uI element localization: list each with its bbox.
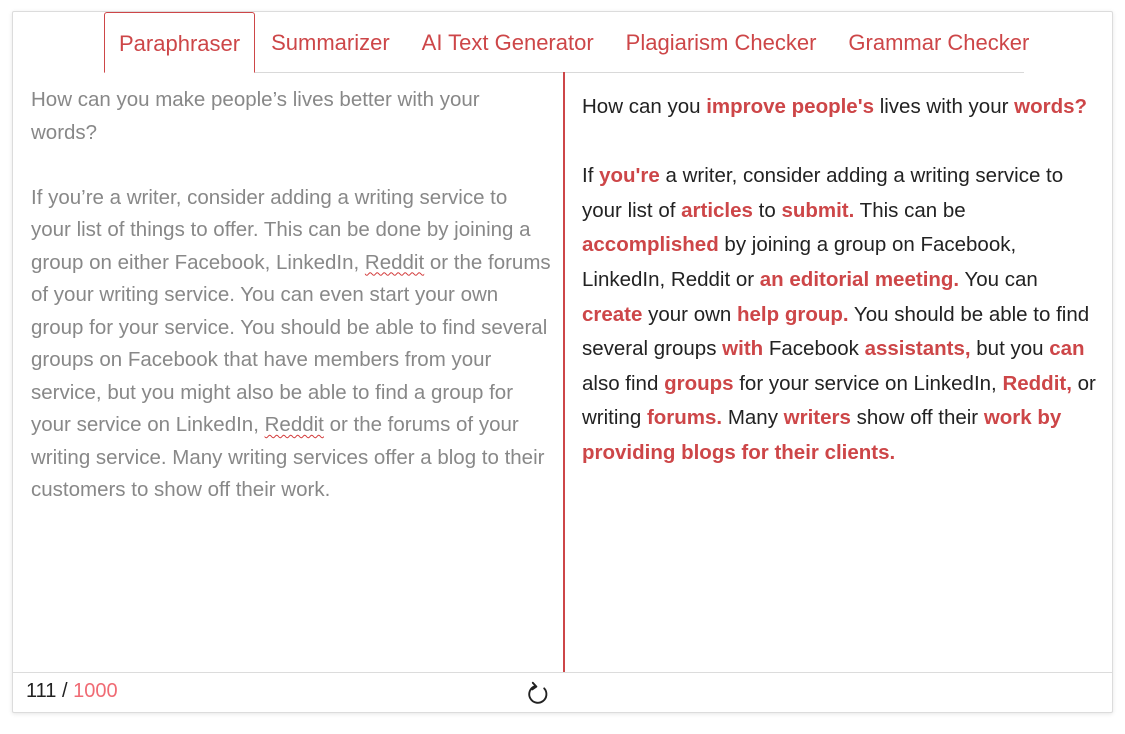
refresh-button[interactable] [525, 681, 551, 707]
changed-phrase[interactable]: accomplished [582, 233, 719, 256]
changed-phrase[interactable]: can [1049, 337, 1084, 360]
output-text-segment: Many [722, 406, 784, 430]
changed-phrase[interactable]: create [582, 303, 642, 326]
tab-plagiarism-checker[interactable]: Plagiarism Checker [610, 12, 833, 72]
output-text-segment: Facebook [763, 337, 865, 361]
changed-phrase[interactable]: you're [599, 164, 660, 187]
word-limit: 1000 [73, 680, 118, 702]
changed-phrase[interactable]: assistants, [865, 337, 971, 360]
footer-bar: 111 / 1000 [13, 672, 1112, 713]
changed-phrase[interactable]: forums. [647, 406, 722, 429]
changed-phrase[interactable]: help group. [737, 303, 849, 326]
output-paragraph: How can you improve people's lives with … [582, 90, 1102, 125]
word-count: 111 [26, 680, 57, 702]
input-textarea[interactable]: How can you make people’s lives better w… [31, 84, 551, 539]
output-text-segment: You can [959, 267, 1038, 291]
output-text-segment: How can you [582, 95, 707, 118]
output-text-segment: your own [642, 302, 737, 326]
changed-phrase[interactable]: with [722, 337, 763, 360]
changed-phrase[interactable]: submit. [781, 199, 854, 222]
output-text-segment: for your service on LinkedIn, [733, 371, 1003, 395]
character-counter: 111 / 1000 [26, 680, 118, 703]
output-text-segment: If [582, 164, 600, 188]
output-text-segment: show off their [850, 406, 984, 430]
changed-phrase[interactable]: improve people's [706, 95, 874, 118]
tab-summarizer[interactable]: Summarizer [255, 12, 406, 72]
changed-phrase[interactable]: writers [784, 406, 851, 429]
changed-phrase[interactable]: groups [664, 372, 733, 395]
tab-ai-text-generator[interactable]: AI Text Generator [406, 12, 610, 72]
panel-divider [563, 72, 565, 672]
output-panel: How can you improve people's lives with … [582, 90, 1102, 505]
tool-tabs: Paraphraser Summarizer AI Text Generator… [104, 12, 1029, 73]
tab-paraphraser[interactable]: Paraphraser [104, 12, 256, 73]
changed-phrase[interactable]: an editorial meeting. [760, 268, 959, 291]
paraphraser-card: Paraphraser Summarizer AI Text Generator… [12, 11, 1113, 713]
output-text-segment: also find [582, 371, 665, 395]
changed-phrase[interactable]: articles [681, 199, 753, 222]
output-text-segment: lives with your [874, 95, 1015, 118]
input-paragraph: If you’re a writer, consider adding a wr… [31, 182, 551, 507]
output-text-segment: to [752, 198, 782, 222]
refresh-icon [528, 681, 548, 704]
tab-grammar-checker[interactable]: Grammar Checker [832, 12, 1045, 72]
input-paragraph: How can you make people’s lives better w… [31, 88, 480, 144]
spellcheck-flagged-word[interactable]: Reddit [265, 413, 324, 436]
count-separator: / [56, 680, 74, 702]
input-text-segment: or the forums of your writing service. Y… [31, 250, 551, 437]
changed-phrase[interactable]: Reddit, [1002, 372, 1071, 395]
output-text-segment: This can be [854, 198, 966, 222]
output-text-segment: but you [970, 337, 1050, 361]
changed-phrase[interactable]: words? [1014, 95, 1087, 118]
spellcheck-flagged-word[interactable]: Reddit [365, 251, 424, 274]
output-paragraph: If you're a writer, consider adding a wr… [582, 159, 1102, 470]
